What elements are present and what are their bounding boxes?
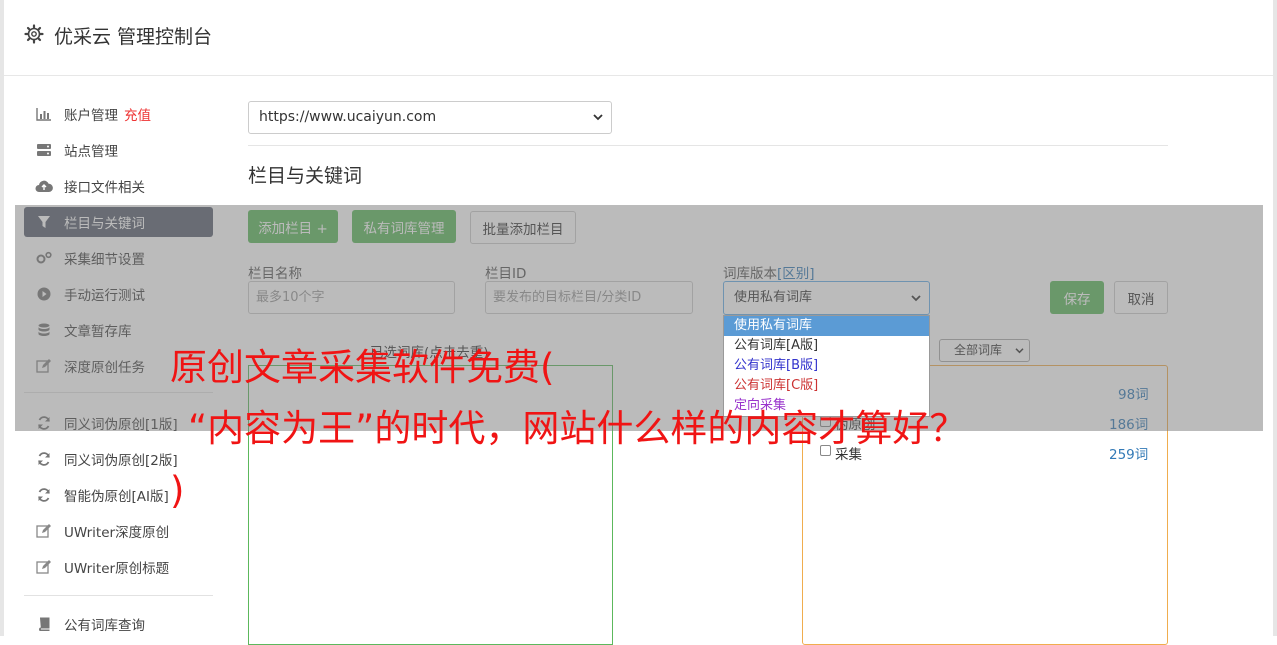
cloud-upload-icon bbox=[35, 178, 53, 194]
sidebar-item-sites[interactable]: 站点管理 bbox=[24, 135, 213, 165]
book-icon bbox=[35, 616, 53, 632]
watermark-line-1: 原创文章采集软件免费( bbox=[170, 346, 555, 389]
refresh-icon bbox=[35, 451, 53, 467]
refresh-icon bbox=[35, 487, 53, 503]
watermark-line-2: “内容为王”的时代，网站什么样的内容才算好？ bbox=[188, 407, 967, 450]
sidebar-item-label: UWriter原创标题 bbox=[64, 561, 170, 577]
sidebar-item-label: 同义词伪原创[2版] bbox=[64, 453, 178, 469]
lib-version-dropdown[interactable]: 使用私有词库 公有词库[A版] 公有词库[B版] 公有词库[C版] 定向采集 bbox=[723, 315, 930, 417]
recharge-link[interactable]: 充值 bbox=[124, 104, 151, 124]
sidebar-item-label: 公有词库查询 bbox=[64, 618, 145, 634]
sidebar-divider bbox=[24, 595, 213, 596]
sidebar-item-label: 接口文件相关 bbox=[64, 180, 145, 196]
sidebar-item-label: 账户管理 bbox=[64, 108, 118, 124]
gear-icon bbox=[24, 24, 44, 44]
dim-overlay bbox=[15, 205, 1263, 431]
sidebar-item-uwriter-deep[interactable]: UWriter深度原创 bbox=[24, 516, 213, 546]
sidebar-item-synonym-v2[interactable]: 同义词伪原创[2版] bbox=[24, 444, 213, 474]
sidebar-item-public-lib[interactable]: 公有词库查询 bbox=[24, 609, 213, 639]
bar-chart-icon bbox=[35, 106, 53, 122]
site-select-value: https://www.ucaiyun.com bbox=[259, 109, 437, 125]
dropdown-option-public-a[interactable]: 公有词库[A版] bbox=[724, 336, 929, 356]
sidebar-item-interface[interactable]: 接口文件相关 bbox=[24, 171, 213, 201]
sidebar-item-uwriter-title[interactable]: UWriter原创标题 bbox=[24, 552, 213, 582]
dropdown-option-public-c[interactable]: 公有词库[C版] bbox=[724, 376, 929, 396]
sidebar-item-label: 智能伪原创[AI版] bbox=[64, 489, 169, 505]
site-select[interactable]: https://www.ucaiyun.com bbox=[248, 101, 612, 134]
divider bbox=[248, 145, 1168, 146]
top-header: 优采云 管理控制台 bbox=[4, 0, 1273, 76]
window-frame-left bbox=[0, 0, 4, 636]
lib-count: 259词 bbox=[1109, 447, 1149, 463]
section-title: 栏目与关键词 bbox=[248, 165, 363, 187]
sidebar-item-label: 站点管理 bbox=[64, 144, 118, 160]
edit-icon bbox=[35, 523, 53, 539]
server-icon bbox=[35, 142, 53, 158]
sidebar-item-account[interactable]: 账户管理 充值 bbox=[24, 99, 213, 129]
sidebar-item-label: UWriter深度原创 bbox=[64, 525, 170, 541]
dropdown-option-public-b[interactable]: 公有词库[B版] bbox=[724, 356, 929, 376]
window-frame-right bbox=[1273, 0, 1277, 636]
sidebar-item-ai-rewrite[interactable]: 智能伪原创[AI版] bbox=[24, 480, 213, 510]
dropdown-option-private[interactable]: 使用私有词库 bbox=[724, 316, 929, 336]
watermark-line-3: ) bbox=[170, 469, 185, 512]
edit-icon bbox=[35, 559, 53, 575]
app-title: 优采云 管理控制台 bbox=[54, 26, 213, 48]
chevron-down-icon bbox=[593, 114, 603, 121]
